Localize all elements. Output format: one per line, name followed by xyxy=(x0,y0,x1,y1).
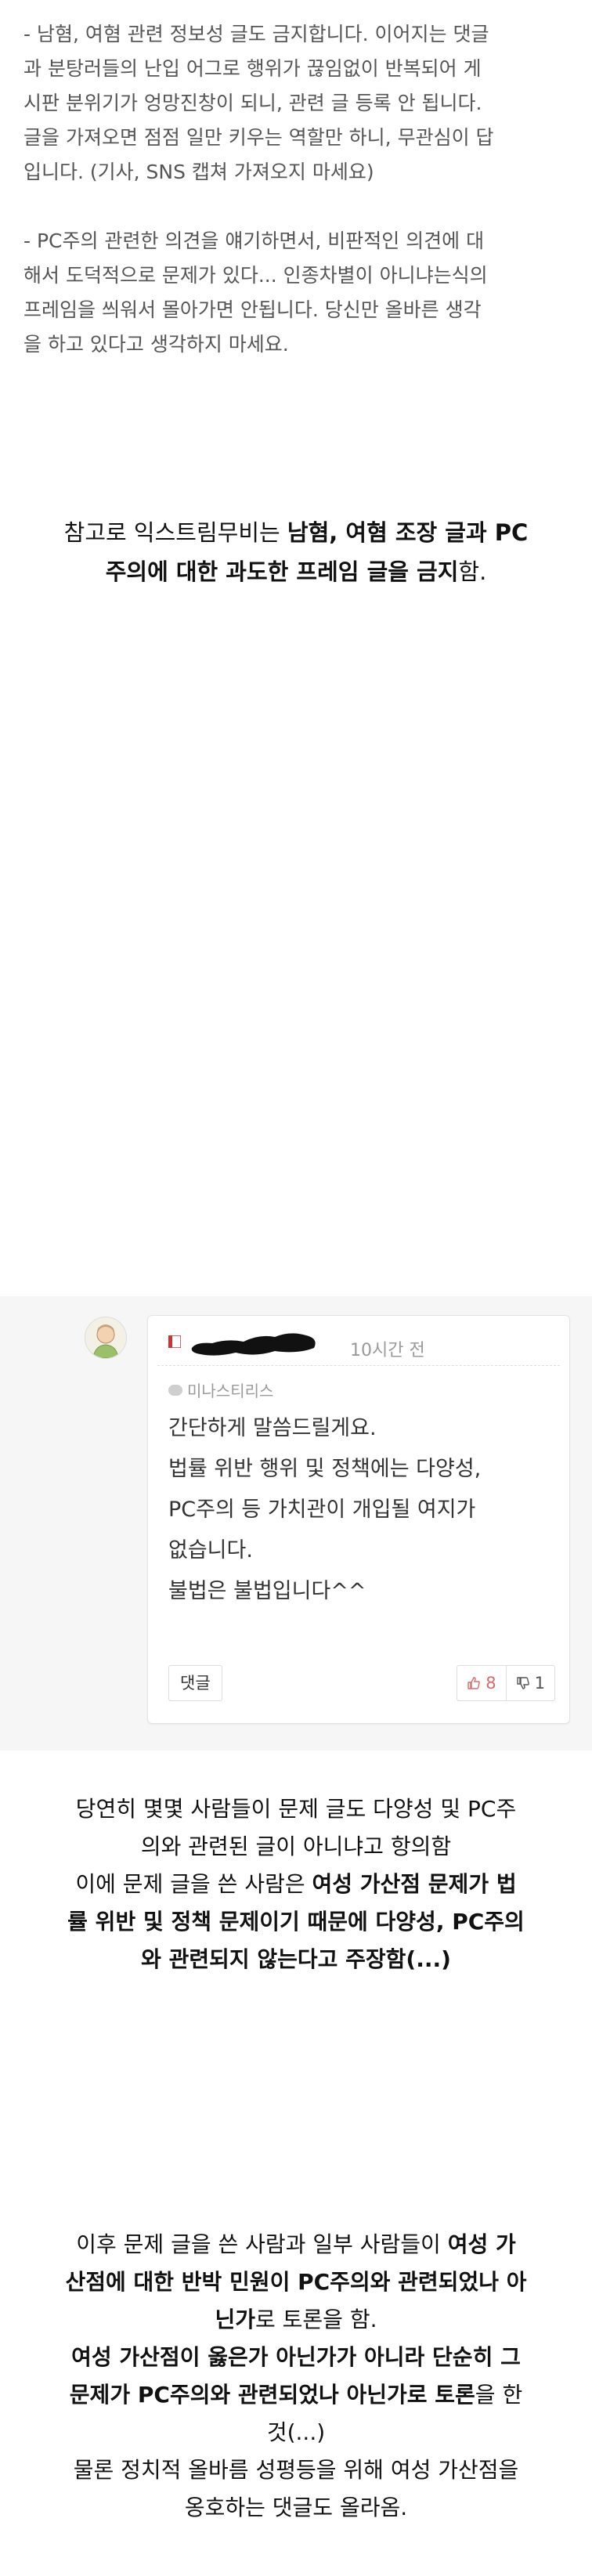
comment-line: 간단하게 말씀드릴게요. xyxy=(168,1416,377,1440)
level-flag-icon xyxy=(168,1335,181,1348)
rule-line: 입니다. (기사, SNS 캡쳐 가져오지 마세요) xyxy=(23,161,374,183)
rule-line: 시판 분위기가 엉망진창이 되니, 관련 글 등록 안 됩니다. xyxy=(23,92,482,114)
rule-line: - PC주의 관련한 의견을 얘기하면서, 비판적인 의견에 대 xyxy=(23,229,485,252)
story-paragraph-2: 이후 문제 글을 쓴 사람과 일부 사람들이 여성 가 산점에 대한 반박 민원… xyxy=(65,2231,527,2520)
comment-time: 10시간 전 xyxy=(350,1341,425,1360)
rule-line: 과 분탕러들의 난입 어그로 행위가 끊임없이 반복되어 게 xyxy=(23,57,482,80)
thumbs-down-icon xyxy=(516,1677,529,1689)
comment-line: 불법은 불법입니다^^ xyxy=(168,1579,366,1603)
downvote-count: 1 xyxy=(534,1674,545,1693)
reply-button[interactable]: 댓글 xyxy=(168,1665,222,1701)
upvote-button[interactable]: 8 xyxy=(457,1666,507,1700)
upvote-count: 8 xyxy=(486,1674,496,1693)
board-name: 미나스티리스 xyxy=(187,1382,274,1400)
board-tag[interactable]: 미나스티리스 xyxy=(168,1378,273,1401)
rule-line: 프레임을 씌워서 몰아가면 안됩니다. 당신만 올바른 생각 xyxy=(23,298,482,321)
comment-line: PC주의 등 가치관이 개입될 여지가 xyxy=(168,1498,476,1522)
vote-group: 8 1 xyxy=(457,1665,555,1701)
speech-bubble-icon xyxy=(168,1384,182,1396)
story-paragraph-1: 당연히 몇몇 사람들이 문제 글도 다양성 및 PC주 의와 관련된 글이 아니… xyxy=(67,1796,525,1972)
comment-line: 법률 위반 행위 및 정책에는 다양성, xyxy=(168,1457,482,1481)
rules-note: 참고로 익스트림무비는 남혐, 여혐 조장 글과 PC 주의에 대한 과도한 프… xyxy=(63,519,529,585)
downvote-button[interactable]: 1 xyxy=(507,1666,554,1700)
comment-card: 10시간 전 미나스티리스 간단하게 말씀드릴게요. 법률 위반 행위 및 정책… xyxy=(147,1315,570,1724)
board-rules-excerpt: - 남혐, 여혐 관련 정보성 글도 금지합니다. 이어지는 댓글 과 분탕러들… xyxy=(0,0,592,362)
comment-panel: 10시간 전 미나스티리스 간단하게 말씀드릴게요. 법률 위반 행위 및 정책… xyxy=(0,1296,592,1750)
thumbs-up-icon xyxy=(467,1677,481,1689)
rule-line: 글을 가져오면 점점 일만 키우는 역할만 하니, 무관심이 답 xyxy=(23,126,494,149)
comment-line: 없습니다. xyxy=(168,1538,253,1563)
rule-line: 해서 도덕적으로 문제가 있다... 인종차별이 아니냐는식의 xyxy=(23,264,488,287)
comment-body: 간단하게 말씀드릴게요. 법률 위반 행위 및 정책에는 다양성, PC주의 등… xyxy=(168,1408,481,1612)
avatar[interactable] xyxy=(85,1317,127,1359)
rule-line: 을 하고 있다고 생각하지 마세요. xyxy=(23,333,289,356)
rule-line: - 남혐, 여혐 관련 정보성 글도 금지합니다. 이어지는 댓글 xyxy=(23,23,489,45)
redacted-username xyxy=(191,1333,316,1356)
